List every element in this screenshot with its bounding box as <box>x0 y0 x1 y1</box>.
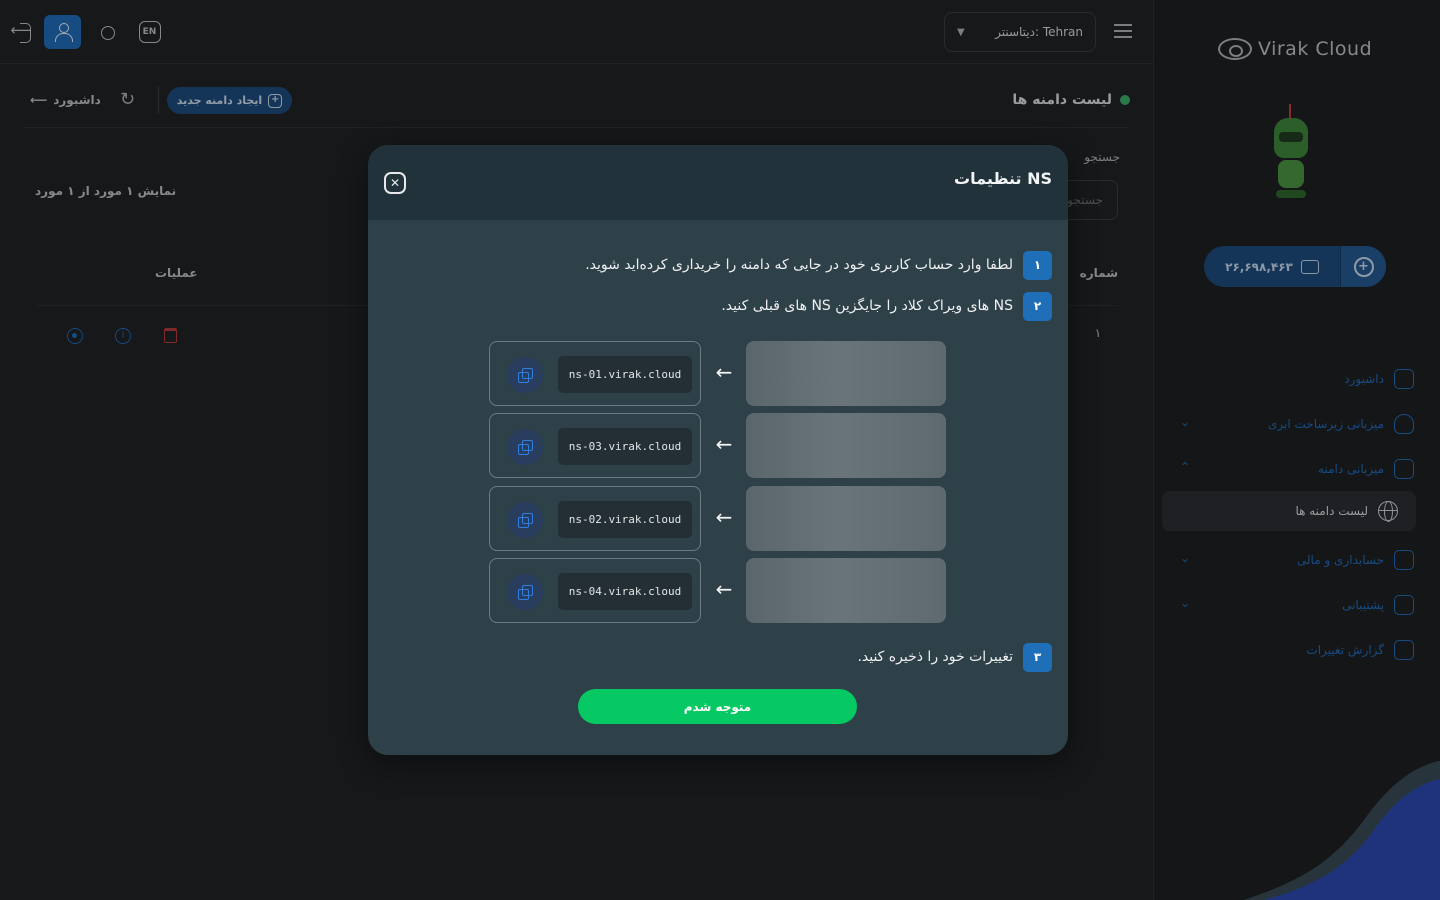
old-ns-placeholder <box>746 486 946 551</box>
arrow-left-icon: ← <box>715 577 733 601</box>
modal-header: ✕ تنظیمات NS <box>368 145 1068 220</box>
step-1: ۱ لطفا وارد حساب کاربری خود در جایی که د… <box>585 250 1052 280</box>
nameserver-value: ns-03.virak.cloud <box>558 428 692 465</box>
confirm-button[interactable]: متوجه شدم <box>578 689 857 724</box>
copy-icon <box>518 440 533 455</box>
step-3: ۳ تغییرات خود را ذخیره کنید. <box>857 642 1052 672</box>
ns-row: ns-03.virak.cloud ← <box>489 413 946 478</box>
ns-card: ns-04.virak.cloud <box>489 558 701 623</box>
copy-button[interactable] <box>507 502 543 538</box>
copy-icon <box>518 585 533 600</box>
ns-card: ns-01.virak.cloud <box>489 341 701 406</box>
ns-row: ns-01.virak.cloud ← <box>489 341 946 406</box>
nameserver-value: ns-02.virak.cloud <box>558 501 692 538</box>
ns-row: ns-02.virak.cloud ← <box>489 486 946 551</box>
step-text: NS های ویراک کلاد را جایگزین NS های قبلی… <box>721 298 1013 314</box>
ns-card: ns-02.virak.cloud <box>489 486 701 551</box>
copy-button[interactable] <box>507 429 543 465</box>
copy-icon <box>518 368 533 383</box>
step-number: ۳ <box>1023 642 1052 672</box>
modal-title: تنظیمات NS <box>954 169 1052 188</box>
ns-card: ns-03.virak.cloud <box>489 413 701 478</box>
ns-row: ns-04.virak.cloud ← <box>489 558 946 623</box>
copy-icon <box>518 513 533 528</box>
step-text: لطفا وارد حساب کاربری خود در جایی که دام… <box>585 257 1013 273</box>
step-2: ۲ NS های ویراک کلاد را جایگزین NS های قب… <box>721 291 1052 321</box>
step-text: تغییرات خود را ذخیره کنید. <box>857 649 1013 665</box>
nameserver-value: ns-01.virak.cloud <box>558 356 692 393</box>
old-ns-placeholder <box>746 558 946 623</box>
step-number: ۱ <box>1023 250 1052 280</box>
close-icon: ✕ <box>389 176 401 190</box>
old-ns-placeholder <box>746 341 946 406</box>
close-button[interactable]: ✕ <box>384 172 406 194</box>
arrow-left-icon: ← <box>715 432 733 456</box>
nameserver-value: ns-04.virak.cloud <box>558 573 692 610</box>
arrow-left-icon: ← <box>715 360 733 384</box>
copy-button[interactable] <box>507 574 543 610</box>
step-number: ۲ <box>1023 291 1052 321</box>
copy-button[interactable] <box>507 357 543 393</box>
old-ns-placeholder <box>746 413 946 478</box>
ns-settings-modal: ✕ تنظیمات NS ۱ لطفا وارد حساب کاربری خود… <box>368 145 1068 755</box>
arrow-left-icon: ← <box>715 505 733 529</box>
